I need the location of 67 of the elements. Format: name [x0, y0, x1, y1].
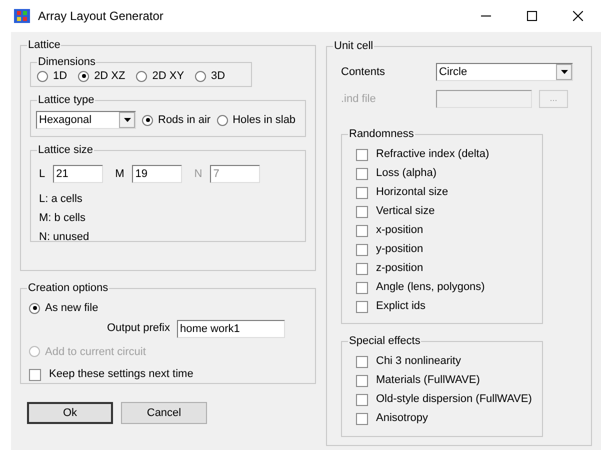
maximize-icon[interactable]	[527, 11, 537, 21]
checkbox-label: Old-style dispersion (FullWAVE)	[376, 392, 532, 408]
checkbox-label: y-position	[376, 242, 424, 258]
group-title: Lattice type	[37, 93, 96, 107]
checkbox[interactable]	[356, 168, 368, 180]
radio-label: 2D XY	[152, 68, 184, 84]
checkbox[interactable]	[356, 262, 368, 274]
checkbox[interactable]	[356, 282, 368, 294]
checkbox-label: Vertical size	[376, 204, 435, 220]
radio-button[interactable]	[37, 70, 48, 82]
checkbox-label: z-position	[376, 261, 424, 276]
dropdown[interactable]: Circle	[436, 63, 573, 81]
checkbox[interactable]	[356, 300, 368, 312]
radio-label: 1D	[53, 68, 68, 84]
checkbox-label: x-position	[376, 223, 424, 238]
radio-label: As new file	[45, 301, 98, 316]
checkbox[interactable]	[356, 412, 368, 424]
note-text: N: unused	[39, 230, 90, 244]
number-field[interactable]: 21	[53, 165, 104, 183]
number-field[interactable]: 19	[132, 165, 182, 183]
radio-label: 2D XZ	[94, 68, 126, 84]
radio-label: 3D	[211, 68, 226, 84]
checkbox-label: Anisotropy	[376, 411, 428, 426]
group-title: Special effects	[348, 334, 422, 348]
checkbox-label: Angle (lens, polygons)	[376, 280, 485, 296]
radio-button[interactable]	[142, 114, 153, 126]
checkbox-label: Chi 3 nonlinearity	[376, 354, 461, 370]
checkbox[interactable]	[356, 356, 368, 368]
field-label: Output prefix	[107, 321, 170, 336]
radio-button[interactable]	[29, 302, 40, 314]
radio-button[interactable]	[216, 114, 228, 126]
checkbox-label: Materials (FullWAVE)	[376, 373, 480, 388]
checkbox[interactable]	[356, 148, 368, 160]
checkbox[interactable]	[356, 224, 368, 236]
field-label: M	[115, 166, 124, 182]
app-icon	[14, 9, 30, 23]
field-label: L	[39, 166, 46, 182]
radio-button[interactable]	[78, 70, 90, 82]
radio-button[interactable]	[136, 70, 148, 82]
field-label: Contents	[341, 64, 386, 80]
radio-button[interactable]	[195, 70, 206, 82]
group-title: Creation options	[27, 281, 110, 295]
checkbox-label: Loss (alpha)	[376, 166, 437, 182]
close-icon[interactable]	[573, 11, 583, 21]
window-title: Array Layout Generator	[38, 8, 164, 25]
checkbox[interactable]	[29, 368, 41, 380]
checkbox-label: Keep these settings next time	[49, 367, 194, 382]
note-text: M: b cells	[39, 211, 86, 225]
note-text: L: a cells	[39, 192, 84, 206]
radio-label: Rods in air	[158, 112, 211, 128]
checkbox[interactable]	[356, 186, 368, 198]
file-field[interactable]	[436, 90, 532, 108]
radio-label: Holes in slab	[232, 112, 296, 128]
output-prefix-field[interactable]: home work1	[176, 320, 285, 338]
checkbox[interactable]	[356, 206, 368, 218]
checkbox[interactable]	[356, 244, 368, 256]
cancel-button[interactable]: Cancel	[121, 402, 207, 424]
checkbox[interactable]	[356, 374, 368, 386]
checkbox-label: Refractive index (delta)	[376, 147, 490, 162]
radio-label: Add to current circuit	[45, 344, 146, 360]
checkbox-label: Horizontal size	[376, 185, 448, 200]
ok-button[interactable]: Ok	[27, 402, 113, 424]
dropdown[interactable]: Hexagonal	[36, 111, 136, 129]
checkbox[interactable]	[356, 394, 368, 406]
field-label: .ind file	[341, 92, 377, 107]
field-label: N	[194, 166, 202, 182]
checkbox-label: Explict ids	[376, 299, 426, 314]
